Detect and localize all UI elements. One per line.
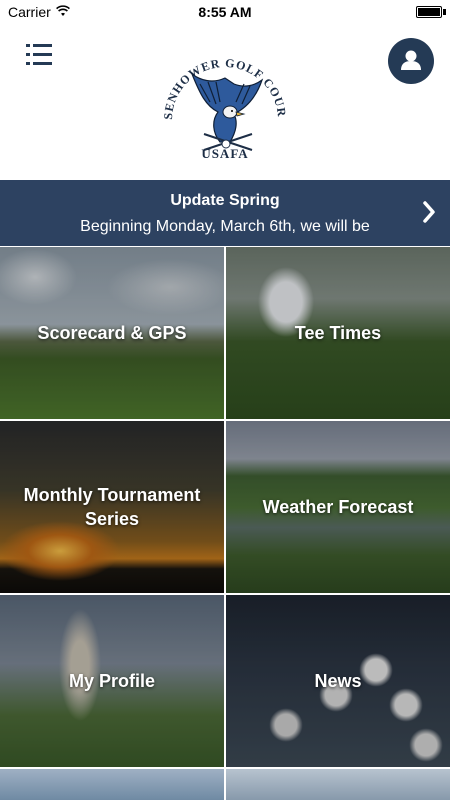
- menu-bar: [33, 44, 52, 47]
- tile-partial[interactable]: [226, 769, 450, 800]
- announcement-body: Beginning Monday, March 6th, we will be: [80, 218, 370, 235]
- battery-cap: [443, 9, 446, 15]
- status-bar: Carrier 8:55 AM: [0, 0, 450, 24]
- tile-weather-forecast[interactable]: Weather Forecast: [226, 421, 450, 593]
- tile-news[interactable]: News: [226, 595, 450, 767]
- tile-label: My Profile: [68, 671, 156, 691]
- chevron-right-icon[interactable]: [422, 200, 436, 224]
- tile-label: Weather Forecast: [262, 497, 414, 517]
- tile-monthly-tournament[interactable]: Monthly Tournament Series: [0, 421, 224, 593]
- user-icon: [401, 50, 421, 70]
- list-menu-icon[interactable]: [26, 44, 52, 66]
- tile-label: Tee Times: [294, 323, 382, 343]
- menu-dot: [26, 44, 30, 47]
- tile-partial[interactable]: [0, 769, 224, 800]
- menu-dot: [26, 62, 30, 65]
- tile-tee-times[interactable]: Tee Times: [226, 247, 450, 419]
- battery-level-fill: [418, 8, 440, 16]
- app-header: EISENHOWER GOLF COURSE USAFA: [0, 24, 450, 180]
- tile-my-profile[interactable]: My Profile: [0, 595, 224, 767]
- tile-label: News: [314, 671, 362, 691]
- eagle-emblem: [190, 72, 264, 151]
- tile-label: Monthly Tournament Series: [23, 485, 201, 529]
- tile-label: Scorecard & GPS: [37, 323, 187, 343]
- menu-bar: [33, 53, 52, 56]
- clock: 8:55 AM: [198, 4, 252, 20]
- announcement-title: Update Spring: [170, 192, 280, 209]
- announcement-banner[interactable]: Update Spring Beginning Monday, March 6t…: [0, 180, 450, 246]
- tile-scorecard-gps[interactable]: Scorecard & GPS: [0, 247, 224, 419]
- menu-dot: [26, 53, 30, 56]
- profile-button[interactable]: [388, 38, 434, 84]
- menu-bar: [33, 62, 52, 65]
- logo-usafa-text: USAFA: [201, 146, 249, 161]
- battery-icon: [416, 6, 442, 18]
